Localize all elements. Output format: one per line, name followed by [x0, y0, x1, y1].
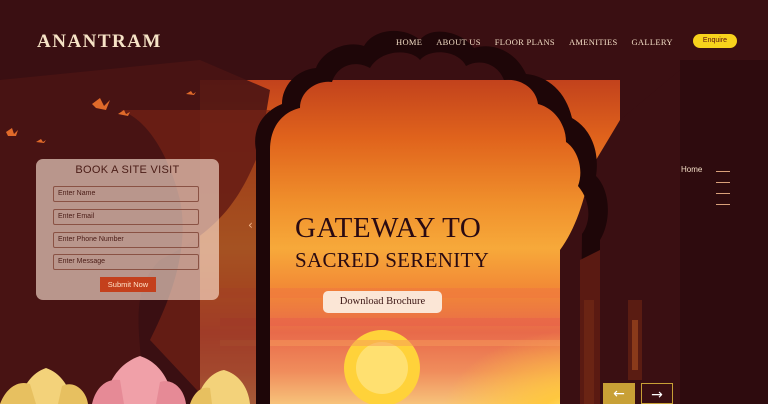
slider-next-button[interactable]: → [641, 383, 673, 404]
nav-floor-plans[interactable]: FLOOR PLANS [495, 37, 555, 47]
name-field[interactable]: Enter Name [53, 186, 199, 202]
side-nav-line[interactable] [716, 182, 730, 183]
form-title: BOOK A SITE VISIT [75, 164, 180, 176]
nav-amenities[interactable]: AMENITIES [569, 37, 618, 47]
submit-button[interactable]: Submit Now [100, 277, 156, 292]
email-field[interactable]: Enter Email [53, 209, 199, 225]
brand-logo[interactable]: ANANTRAM [37, 31, 162, 53]
slider-prev-button[interactable]: ← [603, 383, 635, 404]
hero-section: ANANTRAM HOME ABOUT US FLOOR PLANS AMENI… [0, 0, 768, 404]
side-nav-line[interactable] [716, 193, 730, 194]
download-brochure-button[interactable]: Download Brochure [323, 291, 442, 313]
side-nav-line[interactable] [716, 171, 730, 172]
nav-about-us[interactable]: ABOUT US [436, 37, 481, 47]
main-nav: HOME ABOUT US FLOOR PLANS AMENITIES GALL… [396, 37, 687, 47]
enquire-button[interactable]: Enquire [693, 34, 737, 48]
message-field[interactable]: Enter Message [53, 254, 199, 270]
headline-line1: GATEWAY TO [295, 212, 482, 244]
nav-gallery[interactable]: GALLERY [631, 37, 672, 47]
hero-prev-arrow[interactable]: ‹ [248, 218, 253, 232]
side-nav-home[interactable]: Home [681, 165, 702, 174]
side-nav-line[interactable] [716, 204, 730, 205]
headline-line2: SACRED SERENITY [295, 248, 490, 272]
nav-home[interactable]: HOME [396, 37, 422, 47]
phone-field[interactable]: Enter Phone Number [53, 232, 199, 248]
